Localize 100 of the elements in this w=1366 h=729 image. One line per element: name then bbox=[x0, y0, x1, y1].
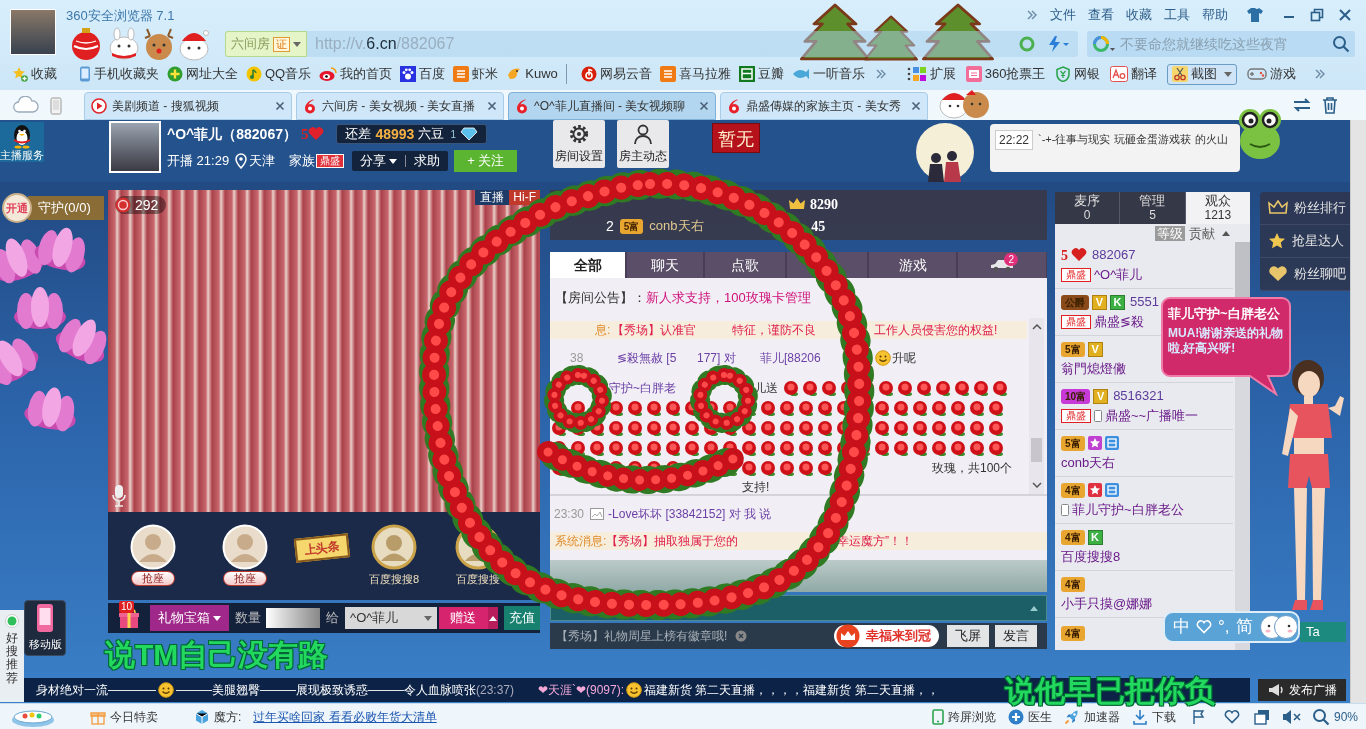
crown-event-button[interactable]: 幸福来到冠 bbox=[834, 625, 939, 647]
recipient-dropdown[interactable]: ^O^菲儿 bbox=[345, 607, 437, 629]
chat-action-button[interactable]: 发言 bbox=[995, 625, 1037, 647]
browser-tab[interactable]: 鼎盛傳媒的家族主页 - 美女秀 bbox=[720, 92, 928, 120]
frog-mascot-icon[interactable] bbox=[1236, 106, 1284, 160]
close-icon[interactable] bbox=[911, 101, 921, 111]
menu-item[interactable]: 收藏 bbox=[1126, 4, 1152, 25]
bookmark-item[interactable]: 收藏 bbox=[12, 64, 57, 84]
more-icon[interactable] bbox=[1026, 8, 1038, 21]
restore-icon[interactable] bbox=[1310, 7, 1324, 22]
recommend-side-tab[interactable]: 好搜推荐 bbox=[0, 610, 24, 702]
gift-box-button[interactable]: 礼物宝箱 bbox=[149, 605, 230, 631]
heart-icon[interactable] bbox=[1223, 709, 1240, 724]
anchor-service-button[interactable]: 主播服务 bbox=[0, 122, 44, 162]
status-item[interactable]: 下载 bbox=[1131, 707, 1176, 726]
scroll-up-icon[interactable] bbox=[1031, 324, 1042, 330]
chat-scrollbar[interactable] bbox=[1029, 318, 1044, 494]
search-field[interactable]: 不要命您就继续吃这些夜宵 bbox=[1087, 31, 1355, 57]
audience-tab[interactable]: 观众 1213 bbox=[1185, 192, 1250, 224]
user-name[interactable]: 鼎盛≶殺 bbox=[1094, 311, 1144, 332]
browser-tab[interactable]: 六间房 - 美女视频 - 美女直播 bbox=[296, 92, 504, 120]
more-icon[interactable] bbox=[874, 68, 887, 80]
user-name[interactable]: conb天右 bbox=[1061, 452, 1116, 473]
swap-icon[interactable] bbox=[1292, 97, 1312, 113]
sort-option[interactable]: 贡献 bbox=[1187, 225, 1217, 241]
extension-item[interactable]: 扩展 bbox=[906, 64, 956, 84]
window-icon[interactable] bbox=[1253, 708, 1270, 725]
mute-icon[interactable] bbox=[1281, 708, 1302, 725]
chat-action-button[interactable]: 飞屏 bbox=[947, 625, 989, 647]
menu-item[interactable]: 工具 bbox=[1164, 4, 1190, 25]
chat-tab[interactable]: 全部 bbox=[550, 252, 625, 278]
zoom-level[interactable]: 90% bbox=[1333, 707, 1358, 726]
chat-tab[interactable]: 点歌 bbox=[705, 252, 785, 278]
menu-item[interactable]: 帮助 bbox=[1202, 4, 1228, 25]
scroll-down-icon[interactable] bbox=[1031, 482, 1042, 488]
extension-item[interactable]: 360抢票王 bbox=[965, 64, 1046, 84]
user-name[interactable]: 翁門熄燈僘 bbox=[1061, 358, 1126, 379]
status-item[interactable]: 今日特卖 bbox=[90, 707, 158, 726]
bookmark-item[interactable]: 一听音乐 bbox=[791, 64, 865, 84]
grab-seat-button[interactable]: 抢座 bbox=[131, 571, 175, 586]
extension-item[interactable]: 游戏 bbox=[1247, 64, 1297, 84]
news-text[interactable]: `-+-往事与现实 玩砸金蛋游戏获 bbox=[1038, 130, 1191, 148]
user-name[interactable]: 小手只摸@娜娜 bbox=[1061, 593, 1153, 614]
send-gift-button[interactable]: 赠送 bbox=[438, 607, 489, 629]
bookmark-item[interactable]: 百度 bbox=[400, 64, 446, 84]
bolt-icon[interactable] bbox=[1046, 35, 1070, 53]
chat-tab[interactable]: 2 bbox=[958, 252, 1046, 278]
chat-tab[interactable]: 游戏 bbox=[869, 252, 956, 278]
user-name[interactable]: 百度搜搜8 bbox=[1061, 546, 1121, 567]
help-button[interactable]: 求助 bbox=[414, 151, 441, 171]
user-name[interactable]: 鼎盛~~广播唯一 bbox=[1105, 405, 1199, 426]
bookmark-item[interactable]: 虾米 bbox=[453, 64, 499, 84]
promo-link[interactable]: 过年买啥回家 看看必败年货大清单 bbox=[253, 707, 437, 726]
mobile-version-button[interactable]: 移动版 bbox=[24, 600, 66, 656]
share-button[interactable]: 分享 bbox=[360, 151, 398, 171]
dismiss-icon[interactable] bbox=[735, 630, 748, 642]
bookmark-item[interactable]: 手机收藏夹 bbox=[79, 64, 159, 84]
bookmark-item[interactable]: QQ音乐 bbox=[246, 64, 312, 84]
close-icon[interactable] bbox=[1338, 7, 1352, 22]
audience-tab[interactable]: 麦序 0 bbox=[1055, 192, 1121, 224]
extension-item[interactable]: 截图 bbox=[1167, 63, 1238, 85]
caret-up-icon[interactable] bbox=[1222, 230, 1230, 236]
bookmark-item[interactable]: 喜马拉雅 bbox=[659, 64, 731, 84]
news-text[interactable]: 的火山 bbox=[1194, 130, 1228, 148]
zoom-icon[interactable] bbox=[1311, 707, 1330, 726]
close-icon[interactable] bbox=[699, 101, 709, 111]
bookmark-item[interactable]: 网址大全 bbox=[167, 64, 238, 84]
status-item[interactable]: 医生 bbox=[1007, 707, 1052, 726]
status-item[interactable]: 跨屏浏览 bbox=[931, 707, 996, 726]
bookmark-item[interactable]: 网易云音 bbox=[580, 64, 652, 84]
audience-tab[interactable]: 管理 5 bbox=[1120, 192, 1186, 224]
microphone-icon[interactable] bbox=[111, 484, 127, 508]
send-options-button[interactable] bbox=[488, 607, 499, 629]
status-item[interactable]: 加速器 bbox=[1063, 707, 1120, 726]
user-name[interactable]: conb天右 bbox=[649, 216, 800, 236]
close-icon[interactable] bbox=[487, 101, 497, 111]
bookmark-item[interactable]: 豆瓣 bbox=[738, 64, 784, 84]
grab-seat-button[interactable]: 抢座 bbox=[223, 571, 267, 586]
publish-broadcast-button[interactable]: 发布广播 bbox=[1258, 679, 1346, 701]
bookmark-item[interactable]: 我的首页 bbox=[319, 64, 393, 84]
seat-avatar-icon[interactable] bbox=[371, 524, 417, 570]
search-icon[interactable] bbox=[1332, 35, 1350, 53]
ta-button[interactable]: Ta bbox=[1300, 622, 1346, 642]
flag-icon[interactable] bbox=[1191, 708, 1206, 725]
headline-button[interactable]: 上头条 bbox=[293, 533, 351, 563]
room-settings-button[interactable]: 房间设置 bbox=[553, 120, 605, 168]
quantity-field[interactable] bbox=[266, 608, 321, 628]
host-feed-button[interactable]: 房主动态 bbox=[617, 120, 669, 168]
page-scrollbar[interactable] bbox=[1350, 120, 1366, 703]
close-icon[interactable] bbox=[275, 101, 285, 111]
user-name[interactable]: ^O^菲儿 bbox=[1094, 264, 1143, 285]
user-avatar-placeholder[interactable] bbox=[10, 9, 56, 55]
extension-item[interactable]: 网银 bbox=[1055, 64, 1101, 84]
extension-item[interactable]: 翻译 bbox=[1110, 64, 1158, 84]
browser-tab[interactable]: ^O^菲儿直播间 - 美女视频聊 bbox=[508, 92, 716, 120]
menu-item[interactable]: 文件 bbox=[1050, 4, 1076, 25]
caret-up-icon[interactable] bbox=[1030, 605, 1038, 611]
browser-tab[interactable]: 美剧频道 - 搜狐视频 bbox=[84, 92, 292, 120]
scroll-thumb[interactable] bbox=[1031, 438, 1042, 462]
open-guard-button[interactable]: 开通 bbox=[2, 193, 32, 223]
